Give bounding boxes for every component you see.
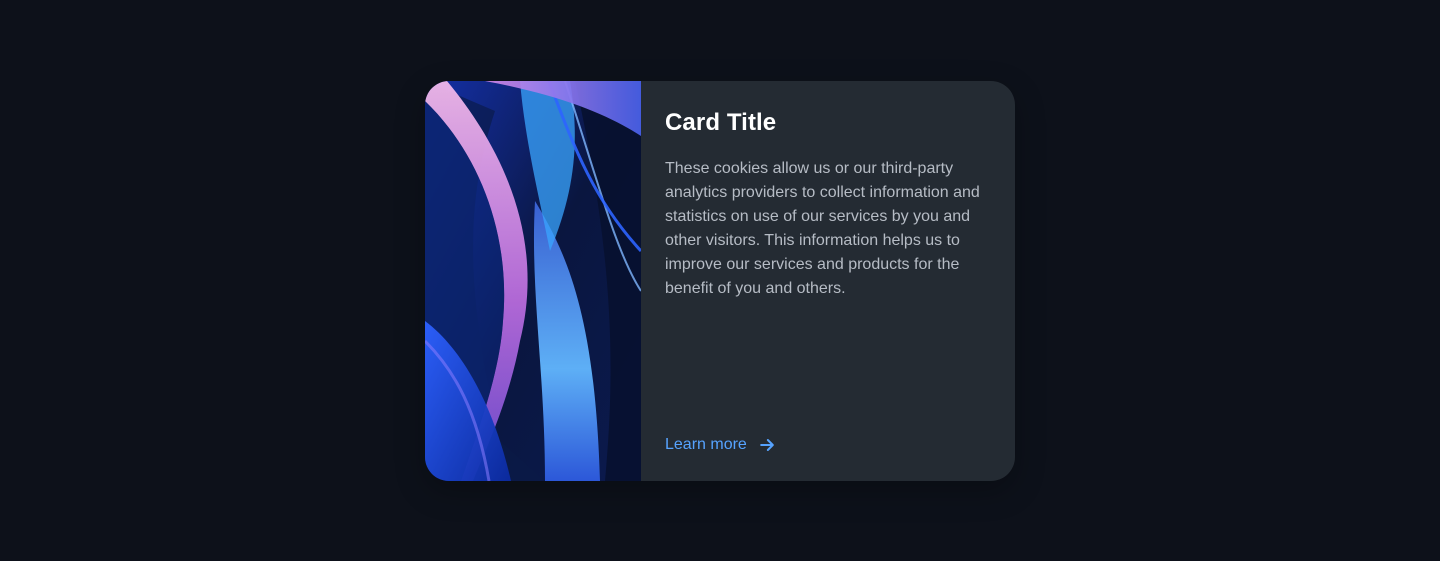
arrow-right-icon <box>757 435 777 455</box>
learn-more-label: Learn more <box>665 436 747 453</box>
page-background: Card Title These cookies allow us or our… <box>0 0 1440 561</box>
learn-more-link[interactable]: Learn more <box>665 433 777 457</box>
card-content: Card Title These cookies allow us or our… <box>641 81 1015 481</box>
card: Card Title These cookies allow us or our… <box>425 81 1015 481</box>
abstract-ribbon-image <box>425 81 641 481</box>
card-image <box>425 81 641 481</box>
card-description: These cookies allow us or our third-part… <box>665 160 980 297</box>
card-title: Card Title <box>665 109 777 136</box>
